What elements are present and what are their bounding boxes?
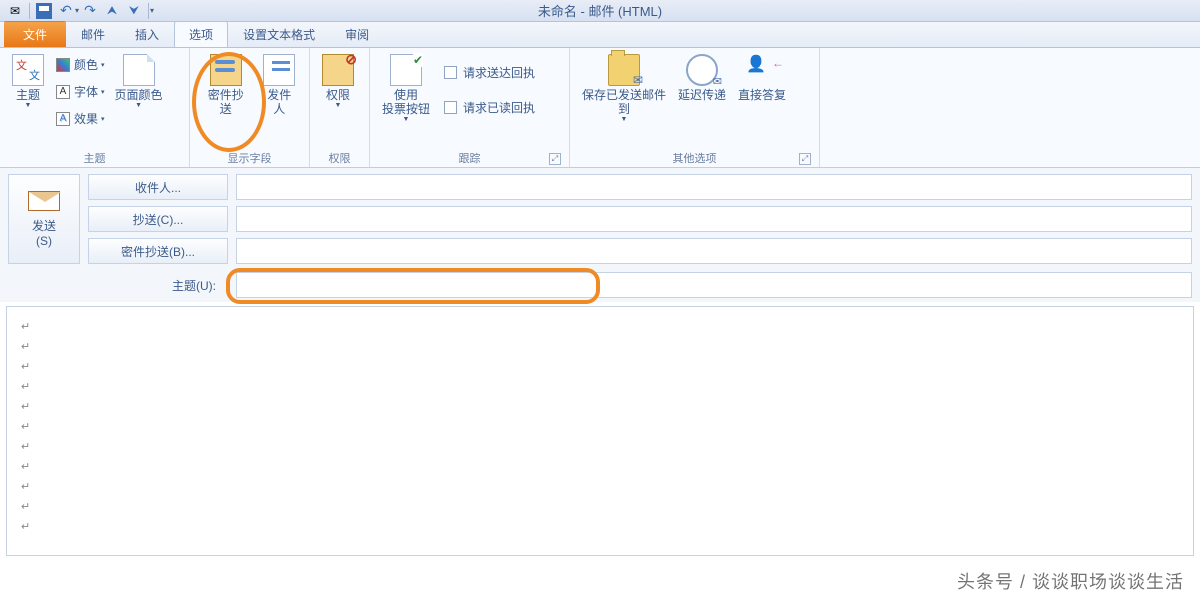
paragraph-mark: ↵ (21, 477, 1179, 497)
from-icon (263, 54, 295, 86)
paragraph-mark: ↵ (21, 457, 1179, 477)
undo-dropdown-icon[interactable]: ▾ (75, 6, 79, 15)
bcc-button[interactable]: 密件抄送 (196, 52, 255, 118)
save-icon[interactable] (34, 2, 54, 20)
tab-format[interactable]: 设置文本格式 (228, 21, 330, 47)
quick-access-toolbar: 未命名 - 邮件 (HTML) ✉ ↶ ▾ ↷ ⮝ ⮟ ▾ (0, 0, 1200, 22)
font-swatch-icon (56, 85, 70, 99)
page-color-icon (123, 54, 155, 86)
group-permission: 权限 ▼ 权限 (310, 48, 370, 167)
save-sent-button[interactable]: 保存已发送邮件 到 ▼ (576, 52, 672, 125)
paragraph-mark: ↵ (21, 437, 1179, 457)
chevron-down-icon: ▼ (135, 102, 142, 109)
tab-insert[interactable]: 插入 (120, 21, 174, 47)
folder-icon (608, 54, 640, 86)
from-button[interactable]: 发件人 (255, 52, 303, 118)
group-more-options: 保存已发送邮件 到 ▼ 延迟传递 直接答复 其他选项⤢ (570, 48, 820, 167)
delay-delivery-button[interactable]: 延迟传递 (672, 52, 732, 104)
paragraph-mark: ↵ (21, 517, 1179, 537)
group-label-tracking: 跟踪⤢ (376, 149, 563, 167)
permission-button[interactable]: 权限 ▼ (316, 52, 360, 111)
paragraph-mark: ↵ (21, 377, 1179, 397)
tab-file[interactable]: 文件 (4, 21, 66, 47)
group-label-permission: 权限 (316, 149, 363, 167)
group-label-theme: 主题 (6, 149, 183, 167)
ribbon-tabs: 文件 邮件 插入 选项 设置文本格式 审阅 (0, 22, 1200, 48)
qat-new-mail-icon[interactable]: ✉ (5, 2, 25, 20)
window-title: 未命名 - 邮件 (HTML) (0, 1, 1200, 20)
paragraph-mark: ↵ (21, 337, 1179, 357)
page-color-button[interactable]: 页面颜色 ▼ (109, 52, 169, 111)
undo-icon[interactable]: ↶ (56, 2, 76, 20)
chevron-down-icon: ▼ (335, 102, 342, 109)
subject-input[interactable] (236, 272, 1192, 298)
group-show-fields: 密件抄送 发件人 显示字段 (190, 48, 310, 167)
clock-icon (686, 54, 718, 86)
dialog-launcher-icon[interactable]: ⤢ (549, 153, 561, 165)
paragraph-mark: ↵ (21, 417, 1179, 437)
direct-reply-button[interactable]: 直接答复 (732, 52, 792, 104)
tab-mail[interactable]: 邮件 (66, 21, 120, 47)
qat-separator (148, 3, 149, 19)
chevron-down-icon: ▼ (621, 116, 628, 123)
watermark-text: 头条号 / 谈谈职场谈谈生活 (957, 568, 1184, 594)
group-tracking: 使用 投票按钮 ▼ 请求送达回执 请求已读回执 跟踪⤢ (370, 48, 570, 167)
message-header: 发送 (S) 收件人... 抄送(C)... 密件抄送(B)... 主题(U): (0, 168, 1200, 302)
paragraph-mark: ↵ (21, 397, 1179, 417)
reply-to-icon (746, 54, 778, 86)
send-icon (28, 191, 60, 211)
subject-label: 主题(U): (8, 277, 228, 294)
theme-font-button[interactable]: 字体▾ (52, 81, 109, 102)
send-button[interactable]: 发送 (S) (8, 174, 80, 264)
paragraph-mark: ↵ (21, 357, 1179, 377)
group-label-show-fields: 显示字段 (196, 149, 303, 167)
qat-separator (29, 3, 30, 19)
chevron-down-icon: ▼ (25, 102, 32, 109)
theme-color-button[interactable]: 颜色▾ (52, 54, 109, 75)
group-theme: 主题 ▼ 颜色▾ 字体▾ 效果▾ 页面颜色 ▼ 主题 (0, 48, 190, 167)
chevron-down-icon: ▼ (403, 116, 410, 123)
permission-icon (322, 54, 354, 86)
voting-icon (390, 54, 422, 86)
effect-swatch-icon (56, 112, 70, 126)
theme-effect-button[interactable]: 效果▾ (52, 108, 109, 129)
qat-next-icon[interactable]: ⮟ (124, 2, 144, 20)
color-swatch-icon (56, 58, 70, 72)
cc-button[interactable]: 抄送(C)... (88, 206, 228, 232)
voting-button[interactable]: 使用 投票按钮 ▼ (376, 52, 436, 125)
to-input[interactable] (236, 174, 1192, 200)
checkbox-icon (444, 66, 457, 79)
themes-icon (12, 54, 44, 86)
delivery-receipt-checkbox[interactable]: 请求送达回执 (440, 62, 539, 83)
dialog-launcher-icon[interactable]: ⤢ (799, 153, 811, 165)
tab-options[interactable]: 选项 (174, 21, 228, 47)
bcc-icon (210, 54, 242, 86)
bcc-input[interactable] (236, 238, 1192, 264)
ribbon: 主题 ▼ 颜色▾ 字体▾ 效果▾ 页面颜色 ▼ 主题 密件抄送 (0, 48, 1200, 168)
redo-icon[interactable]: ↷ (80, 2, 100, 20)
paragraph-mark: ↵ (21, 497, 1179, 517)
message-body[interactable]: ↵ ↵ ↵ ↵ ↵ ↵ ↵ ↵ ↵ ↵ ↵ (6, 306, 1194, 556)
qat-customize-icon[interactable]: ▾ (150, 6, 154, 15)
group-label-more-options: 其他选项⤢ (576, 149, 813, 167)
tab-review[interactable]: 审阅 (330, 21, 384, 47)
to-button[interactable]: 收件人... (88, 174, 228, 200)
read-receipt-checkbox[interactable]: 请求已读回执 (440, 97, 539, 118)
paragraph-mark: ↵ (21, 317, 1179, 337)
themes-button[interactable]: 主题 ▼ (6, 52, 50, 111)
cc-input[interactable] (236, 206, 1192, 232)
checkbox-icon (444, 101, 457, 114)
qat-prev-icon[interactable]: ⮝ (102, 2, 122, 20)
bcc-button-field[interactable]: 密件抄送(B)... (88, 238, 228, 264)
